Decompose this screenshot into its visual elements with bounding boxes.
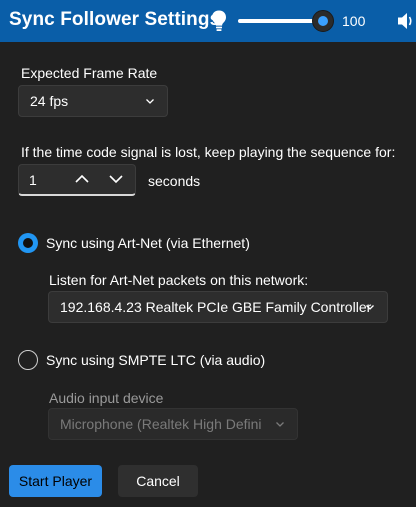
chevron-down-icon [276,422,284,427]
artnet-radio-label[interactable]: Sync using Art-Net (via Ethernet) [46,235,250,251]
title-bar: Sync Follower Settings 100 [0,0,416,42]
chevron-down-icon[interactable] [108,173,124,185]
frame-rate-label: Expected Frame Rate [21,65,158,81]
seconds-unit-label: seconds [148,173,201,189]
window-title: Sync Follower Settings [9,9,221,30]
audio-device-dropdown: Microphone (Realtek High Defini [48,408,298,440]
artnet-radio[interactable] [18,233,38,253]
frame-rate-value: 24 fps [30,93,69,109]
speaker-icon[interactable] [395,11,416,31]
artnet-network-dropdown[interactable]: 192.168.4.23 Realtek PCIe GBE Family Con… [48,291,388,323]
timecode-seconds-spinbox[interactable]: 1 [18,164,136,196]
chevron-down-icon [146,99,154,104]
start-player-button[interactable]: Start Player [9,465,102,497]
volume-value: 100 [342,13,366,29]
audio-device-value: Microphone (Realtek High Defini [60,416,262,432]
smpte-radio[interactable] [18,350,38,370]
audio-device-label: Audio input device [49,390,164,406]
cancel-button[interactable]: Cancel [118,465,198,497]
artnet-network-label: Listen for Art-Net packets on this netwo… [49,272,309,288]
volume-slider-thumb[interactable] [312,10,334,32]
artnet-network-value: 192.168.4.23 Realtek PCIe GBE Family Con… [60,299,372,315]
lightbulb-icon[interactable] [210,9,228,33]
smpte-radio-label[interactable]: Sync using SMPTE LTC (via audio) [46,352,265,368]
chevron-down-icon [366,305,374,310]
timecode-seconds-value[interactable]: 1 [29,172,37,188]
chevron-up-icon[interactable] [74,173,90,185]
timecode-lost-label: If the time code signal is lost, keep pl… [21,144,396,160]
volume-slider[interactable] [238,8,338,34]
frame-rate-dropdown[interactable]: 24 fps [18,85,168,117]
